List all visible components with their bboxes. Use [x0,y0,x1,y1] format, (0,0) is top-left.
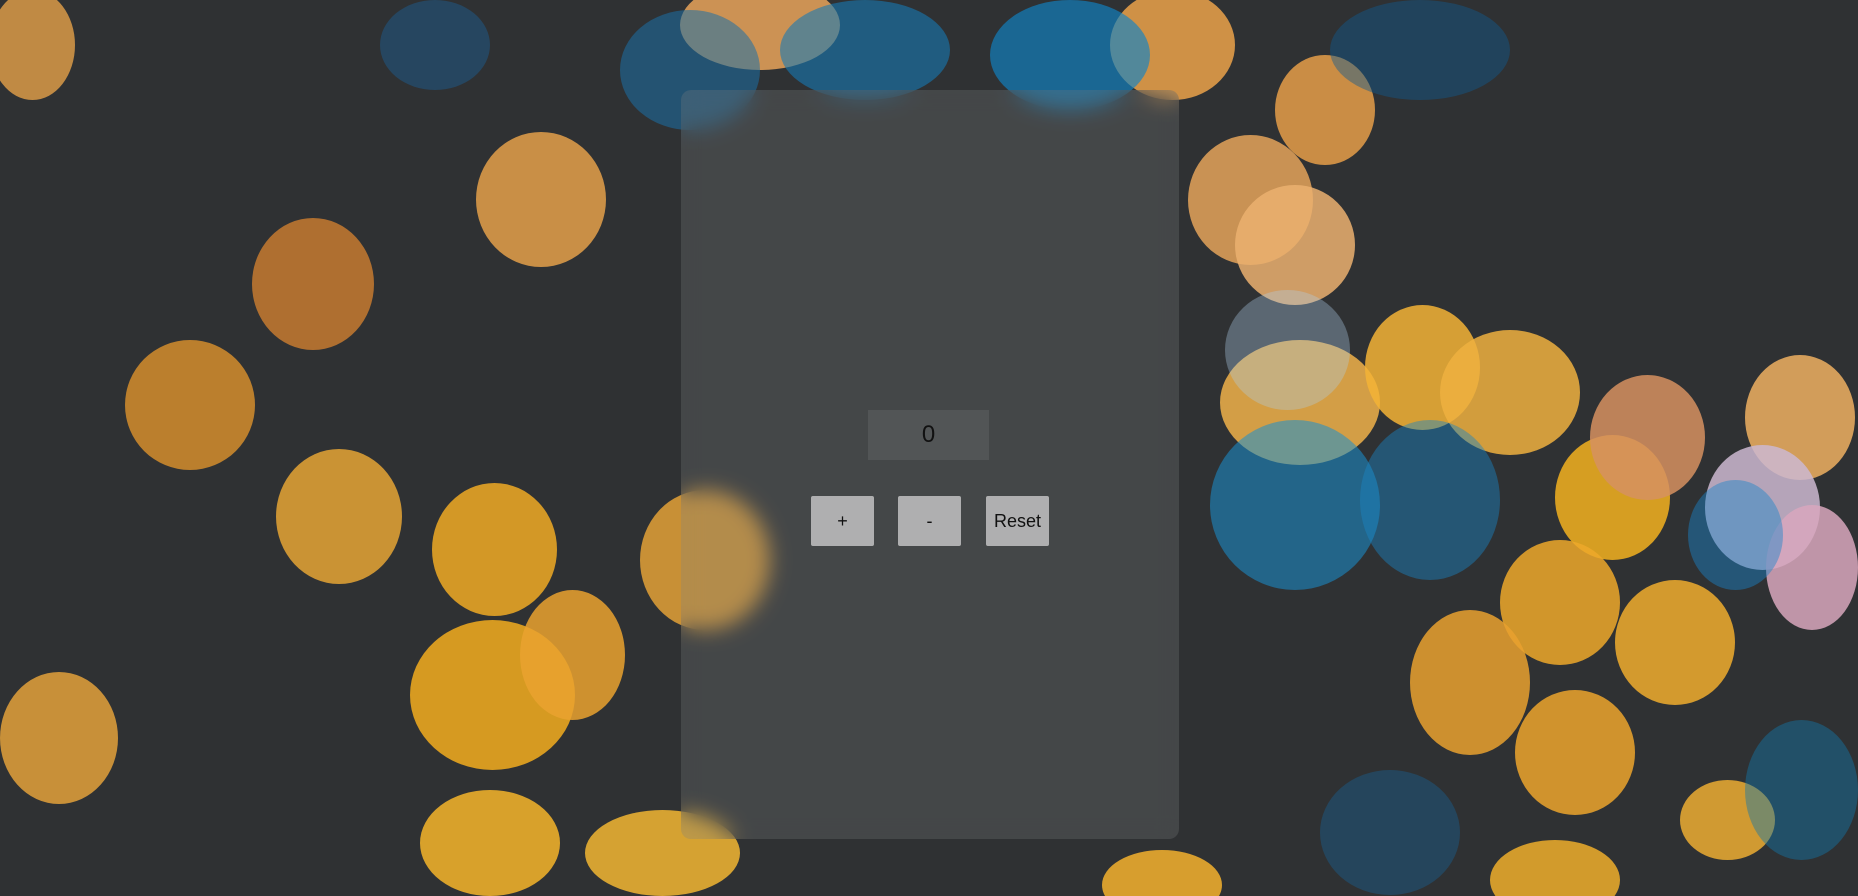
decrement-button[interactable]: - [898,496,961,546]
reset-button[interactable]: Reset [986,496,1049,546]
counter-display: 0 [868,410,989,460]
glass-panel [681,90,1179,839]
increment-button[interactable]: + [811,496,874,546]
